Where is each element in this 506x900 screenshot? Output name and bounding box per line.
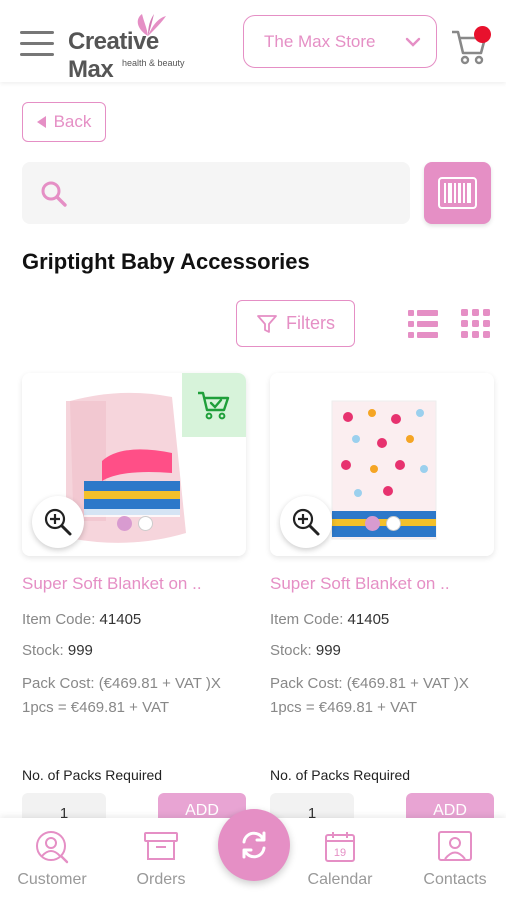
tab-label: Orders [136, 871, 186, 888]
tab-label: Customer [17, 871, 87, 888]
item-code-value: 41405 [99, 611, 142, 628]
pack-cost-line1: Pack Cost: (€469.81 + VAT )X [22, 675, 221, 692]
image-dot[interactable] [117, 516, 132, 531]
app-header: Creative Max health & beauty The Max Sto… [0, 0, 506, 83]
image-dot[interactable] [386, 516, 401, 531]
tab-calendar[interactable]: 19 Calendar [290, 818, 390, 900]
stock: Stock: 999 [270, 642, 341, 659]
zoom-in-icon [292, 508, 320, 536]
image-dot[interactable] [365, 516, 380, 531]
list-view-icon[interactable] [408, 309, 438, 339]
filter-icon [257, 314, 277, 333]
cart-check-icon [198, 391, 230, 420]
packs-required-label: No. of Packs Required [270, 767, 411, 783]
grid-view-icon[interactable] [461, 309, 491, 339]
pack-cost-line2: 1pcs = €469.81 + VAT [22, 699, 170, 716]
product-image[interactable] [270, 373, 494, 556]
page-title: Griptight Baby Accessories [22, 249, 310, 274]
tab-label: Contacts [423, 871, 487, 888]
search-icon [41, 181, 67, 207]
tab-label: Calendar [307, 871, 373, 888]
sync-button[interactable] [218, 809, 290, 881]
tab-customer[interactable]: Customer [2, 818, 102, 900]
store-name: The Max Store [264, 31, 376, 51]
item-code: Item Code: 41405 [22, 611, 141, 628]
pack-cost-line2: 1pcs = €469.81 + VAT [270, 699, 418, 716]
search-input[interactable] [80, 178, 400, 208]
menu-icon[interactable] [20, 31, 54, 57]
item-code-label: Item Code: [270, 611, 344, 628]
image-pagination [117, 516, 153, 531]
stock-value: 999 [315, 642, 341, 659]
stock-label: Stock: [22, 642, 64, 659]
in-cart-badge [182, 373, 246, 437]
logo-text: Creative Max [68, 28, 159, 83]
item-code-value: 41405 [347, 611, 390, 628]
back-label: Back [53, 112, 92, 131]
orders-icon [144, 832, 178, 860]
product-name[interactable]: Super Soft Blanket on .. [270, 574, 450, 594]
contacts-icon [438, 831, 472, 861]
zoom-button[interactable] [280, 496, 332, 548]
chevron-down-icon [405, 37, 421, 47]
stock-value: 999 [67, 642, 93, 659]
search-bar [22, 162, 410, 224]
calendar-icon: 19 [325, 832, 355, 862]
filters-label: Filters [286, 313, 335, 333]
item-code-label: Item Code: [22, 611, 96, 628]
customer-icon [36, 831, 69, 864]
logo-tagline: health & beauty [122, 58, 185, 68]
cart-badge [474, 26, 491, 43]
zoom-button[interactable] [32, 496, 84, 548]
barcode-icon [438, 177, 477, 209]
calendar-day: 19 [334, 847, 346, 859]
barcode-scan-button[interactable] [424, 162, 491, 224]
product-image[interactable] [22, 373, 246, 556]
product-name[interactable]: Super Soft Blanket on .. [22, 574, 202, 594]
sync-icon [242, 831, 266, 859]
filters-button[interactable]: Filters [236, 300, 355, 347]
back-button[interactable]: Back [22, 102, 106, 142]
store-selector[interactable]: The Max Store [243, 15, 437, 68]
stock-label: Stock: [270, 642, 312, 659]
zoom-in-icon [44, 508, 72, 536]
pack-cost-line1: Pack Cost: (€469.81 + VAT )X [270, 675, 469, 692]
image-dot[interactable] [138, 516, 153, 531]
item-code: Item Code: 41405 [270, 611, 389, 628]
tab-orders[interactable]: Orders [111, 818, 211, 900]
back-arrow-icon [36, 116, 46, 128]
image-pagination [365, 516, 401, 531]
stock: Stock: 999 [22, 642, 93, 659]
brand-logo: Creative Max health & beauty [68, 12, 198, 83]
packs-required-label: No. of Packs Required [22, 767, 163, 783]
tab-contacts[interactable]: Contacts [405, 818, 505, 900]
